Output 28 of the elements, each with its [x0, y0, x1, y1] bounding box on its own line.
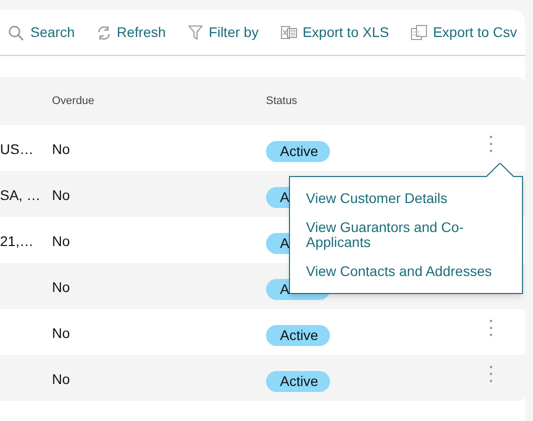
table-cell: 21,…	[0, 233, 34, 249]
more-options-icon[interactable]	[488, 365, 494, 383]
toolbar-button[interactable]: Export to XLS	[280, 22, 389, 43]
table-cell: No	[52, 325, 70, 341]
column-header: Status	[266, 94, 298, 107]
toolbar-button[interactable]: Refresh	[96, 22, 166, 43]
table-cell: SA, …	[0, 187, 40, 203]
table-cell: No	[52, 233, 70, 249]
status-badge: Active	[266, 371, 330, 392]
status-badge: Active	[266, 141, 330, 162]
document-icon	[410, 25, 427, 40]
table-cell: No	[52, 279, 70, 295]
table-cell: US…	[0, 141, 34, 157]
status-badge: Active	[266, 325, 330, 346]
more-options-icon[interactable]	[488, 135, 494, 153]
filter-icon	[188, 25, 203, 40]
toolbar-button[interactable]: Search	[8, 22, 75, 43]
column-header: Overdue	[52, 94, 94, 107]
toolbar-button[interactable]: Export to Csv	[410, 22, 517, 43]
refresh-icon	[96, 26, 111, 40]
search-icon	[8, 24, 24, 40]
table-cell: No	[52, 371, 70, 387]
toolbar-button[interactable]: Filter by	[188, 22, 259, 43]
table-cell: No	[52, 187, 70, 203]
spreadsheet-icon	[280, 25, 297, 40]
more-options-icon[interactable]	[488, 319, 494, 337]
menu-item[interactable]: View Contacts and Addresses	[306, 264, 506, 279]
table-cell: No	[52, 141, 70, 157]
